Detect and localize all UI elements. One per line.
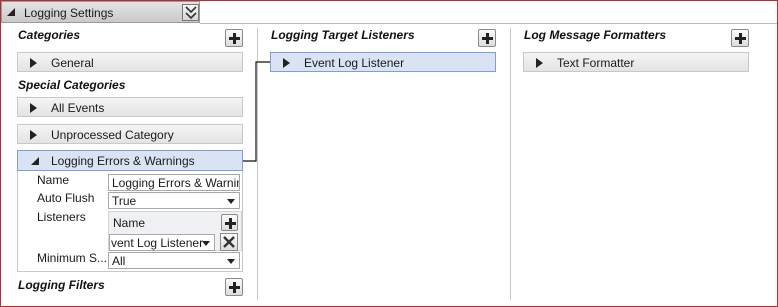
collapse-button[interactable] bbox=[182, 4, 199, 21]
name-label: Name bbox=[37, 173, 70, 187]
plus-icon bbox=[229, 282, 240, 293]
add-formatter-button[interactable] bbox=[731, 29, 749, 47]
category-item-general[interactable]: General bbox=[17, 52, 243, 72]
minimum-severity-label: Minimum S... bbox=[37, 251, 108, 265]
minimum-severity-value: All bbox=[112, 254, 126, 268]
add-listener-button[interactable] bbox=[221, 214, 238, 231]
column-separator bbox=[510, 28, 511, 300]
name-field-value: Logging Errors & Warning bbox=[112, 176, 240, 190]
category-item-label: General bbox=[51, 56, 94, 70]
name-field[interactable]: Logging Errors & Warning bbox=[108, 174, 240, 191]
plus-icon bbox=[225, 218, 236, 229]
auto-flush-dropdown[interactable]: True bbox=[108, 192, 240, 209]
triangle-right-icon bbox=[536, 58, 543, 68]
triangle-expanded-icon bbox=[7, 8, 15, 16]
header-title: Logging Settings bbox=[24, 6, 114, 20]
listeners-label: Listeners bbox=[37, 210, 86, 224]
special-item-errors-warnings[interactable]: Logging Errors & Warnings bbox=[17, 150, 243, 171]
listeners-collection: Name vent Log Listener bbox=[108, 211, 242, 251]
categories-label: Categories bbox=[18, 28, 81, 42]
remove-listener-button[interactable] bbox=[220, 233, 238, 251]
add-category-button[interactable] bbox=[225, 29, 243, 47]
auto-flush-label: Auto Flush bbox=[37, 191, 95, 205]
double-chevron-down-icon bbox=[185, 6, 197, 20]
logging-filters-label: Logging Filters bbox=[18, 278, 105, 292]
formatter-item-label: Text Formatter bbox=[557, 56, 635, 70]
formatter-item-text[interactable]: Text Formatter bbox=[523, 52, 749, 72]
dropdown-arrow-icon bbox=[227, 259, 235, 264]
special-item-label: All Events bbox=[51, 101, 105, 115]
category-properties-panel: Name Logging Errors & Warning Auto Flush… bbox=[17, 171, 243, 272]
listener-dropdown[interactable]: vent Log Listener bbox=[109, 234, 215, 251]
triangle-right-icon bbox=[30, 103, 37, 113]
special-categories-label: Special Categories bbox=[18, 78, 126, 92]
logging-settings-header[interactable]: Logging Settings bbox=[1, 1, 200, 23]
special-item-unprocessed[interactable]: Unprocessed Category bbox=[17, 124, 243, 144]
triangle-right-icon bbox=[30, 130, 37, 140]
plus-icon bbox=[229, 33, 240, 44]
special-item-label: Unprocessed Category bbox=[51, 128, 174, 142]
x-icon bbox=[223, 236, 235, 248]
special-item-all-events[interactable]: All Events bbox=[17, 97, 243, 117]
special-item-label: Logging Errors & Warnings bbox=[51, 154, 195, 168]
triangle-right-icon bbox=[283, 58, 290, 68]
listener-value: vent Log Listener bbox=[111, 236, 204, 250]
formatters-label: Log Message Formatters bbox=[524, 28, 667, 42]
plus-icon bbox=[735, 33, 746, 44]
add-filter-button[interactable] bbox=[225, 278, 243, 296]
minimum-severity-dropdown[interactable]: All bbox=[108, 252, 240, 269]
target-listeners-label: Logging Target Listeners bbox=[271, 28, 415, 42]
add-listener-target-button[interactable] bbox=[478, 29, 496, 47]
plus-icon bbox=[482, 33, 493, 44]
listener-item-label: Event Log Listener bbox=[304, 56, 405, 70]
listeners-name-header: Name bbox=[113, 216, 146, 230]
triangle-right-icon bbox=[30, 58, 37, 68]
dropdown-arrow-icon bbox=[227, 199, 235, 204]
triangle-down-icon bbox=[31, 157, 39, 165]
dropdown-arrow-icon bbox=[202, 241, 210, 246]
auto-flush-value: True bbox=[112, 194, 137, 208]
listener-item-event-log[interactable]: Event Log Listener bbox=[270, 52, 496, 72]
connector-line bbox=[243, 61, 272, 162]
header-divider bbox=[200, 23, 777, 24]
